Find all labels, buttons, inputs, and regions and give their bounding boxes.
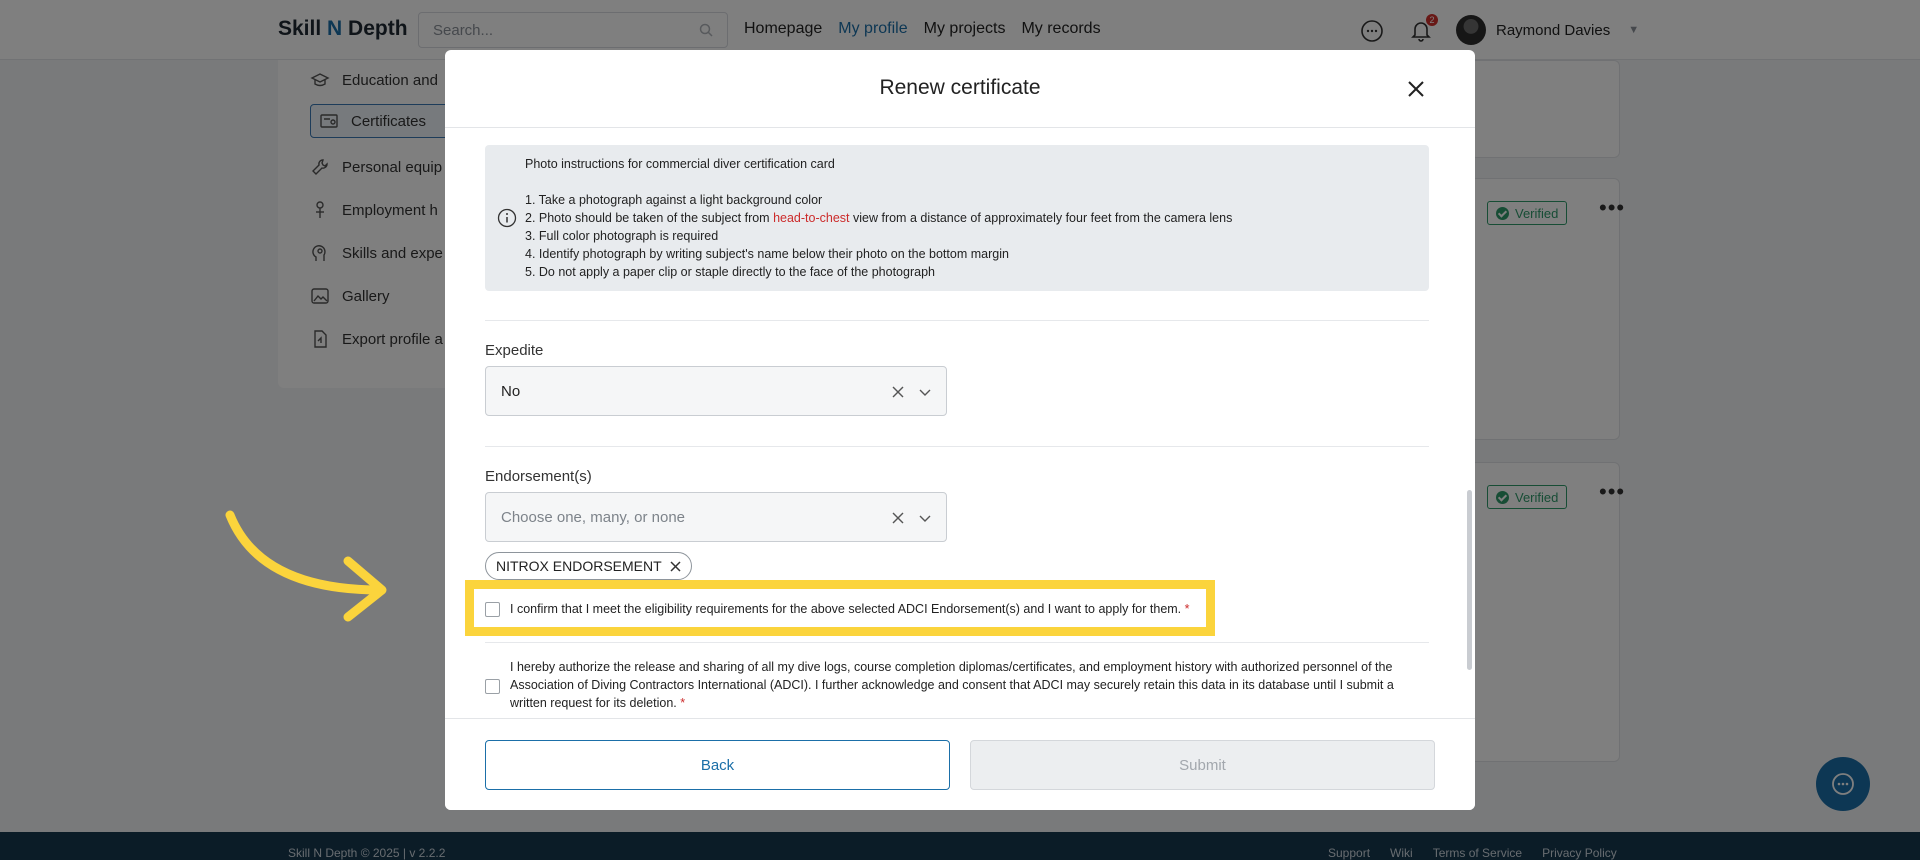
instructions-title: Photo instructions for commercial diver …	[525, 157, 835, 171]
modal-footer: Back Submit	[445, 718, 1475, 810]
expedite-label: Expedite	[485, 342, 544, 359]
endorsements-select[interactable]: Choose one, many, or none	[485, 492, 947, 542]
confirm-eligibility-row[interactable]: I confirm that I meet the eligibility re…	[485, 600, 1245, 618]
required-mark: *	[680, 696, 686, 710]
instruction-line: 5. Do not apply a paper clip or staple d…	[525, 265, 935, 279]
authorize-release-checkbox[interactable]	[485, 678, 500, 694]
info-icon	[497, 208, 517, 228]
back-button[interactable]: Back	[485, 740, 950, 790]
confirm-eligibility-text: I confirm that I meet the eligibility re…	[510, 602, 1182, 616]
clear-icon[interactable]	[891, 385, 905, 399]
close-icon[interactable]	[1405, 78, 1427, 100]
authorize-release-row[interactable]: I hereby authorize the release and shari…	[485, 658, 1425, 712]
submit-button[interactable]: Submit	[970, 740, 1435, 790]
expedite-value: No	[501, 382, 521, 400]
instruction-line: 3. Full color photograph is required	[525, 229, 719, 243]
instruction-line: 2. Photo should be taken of the subject …	[525, 211, 1233, 225]
pointer-arrow-icon	[225, 510, 387, 622]
endorsements-label: Endorsement(s)	[485, 468, 592, 485]
remove-chip-icon[interactable]	[670, 560, 681, 572]
authorize-release-text: I hereby authorize the release and shari…	[510, 660, 1394, 710]
section-divider	[485, 642, 1429, 643]
chevron-down-icon[interactable]	[919, 386, 931, 398]
renew-certificate-modal: Renew certificate Photo instructions for…	[445, 50, 1475, 810]
endorsement-chip: NITROX ENDORSEMENT	[485, 552, 692, 580]
required-mark: *	[1184, 602, 1190, 616]
section-divider	[485, 446, 1429, 447]
chevron-down-icon[interactable]	[919, 512, 931, 524]
photo-instructions-box: Photo instructions for commercial diver …	[485, 145, 1429, 291]
expedite-select[interactable]: No	[485, 366, 947, 416]
clear-icon[interactable]	[891, 511, 905, 525]
confirm-eligibility-checkbox[interactable]	[485, 602, 500, 617]
modal-scrollbar[interactable]	[1467, 490, 1472, 670]
endorsements-placeholder: Choose one, many, or none	[501, 508, 686, 526]
modal-body: Photo instructions for commercial diver …	[445, 128, 1475, 718]
modal-title: Renew certificate	[879, 76, 1041, 99]
endorsement-chip-label: NITROX ENDORSEMENT	[496, 558, 662, 574]
modal-header: Renew certificate	[445, 50, 1475, 128]
instruction-line: 1. Take a photograph against a light bac…	[525, 193, 823, 207]
section-divider	[485, 320, 1429, 321]
instruction-line: 4. Identify photograph by writing subjec…	[525, 247, 1009, 261]
